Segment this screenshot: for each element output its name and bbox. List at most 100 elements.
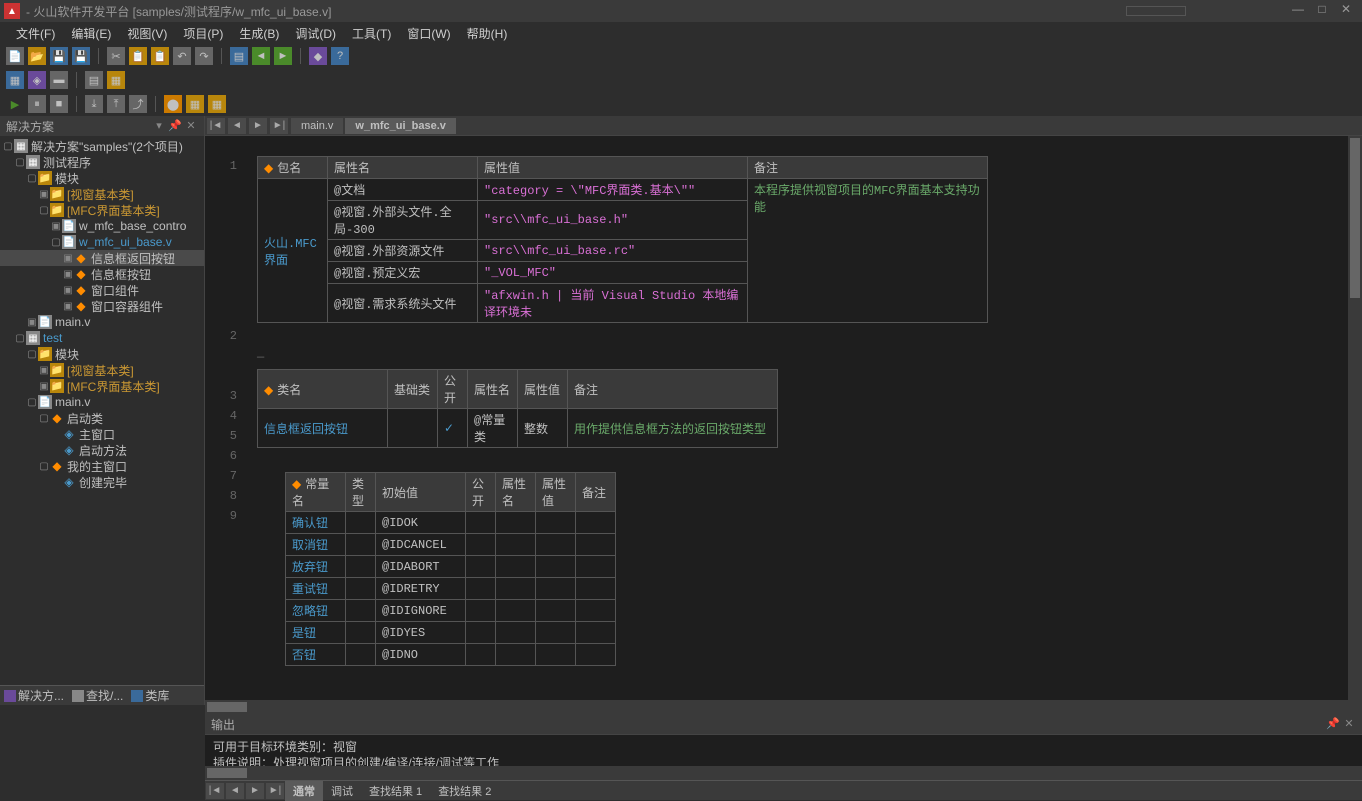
cut-icon[interactable]: ✂ xyxy=(107,47,125,65)
table-row[interactable]: 是钮@IDYES xyxy=(286,622,616,644)
tab-find[interactable]: 查找/... xyxy=(68,686,127,705)
step-icon-2[interactable]: ⤒ xyxy=(107,95,125,113)
panel-dropdown-icon[interactable]: ▾ xyxy=(152,119,166,133)
output-hscroll[interactable] xyxy=(205,766,1362,780)
tree-project-2[interactable]: test xyxy=(43,331,62,345)
tree-project-1[interactable]: 测试程序 xyxy=(43,154,91,171)
tree-item[interactable]: [视窗基本类] xyxy=(67,362,134,379)
table-row[interactable]: 重试钮@IDRETRY xyxy=(286,578,616,600)
tb3-icon-1[interactable]: ▦ xyxy=(186,95,204,113)
tb3-icon-2[interactable]: ▦ xyxy=(208,95,226,113)
paste-icon[interactable]: 📋 xyxy=(151,47,169,65)
package-table[interactable]: ◆包名 属性名 属性值 备注 火山.MFC界面@文档"category = \"… xyxy=(257,156,988,323)
menu-debug[interactable]: 调试(D) xyxy=(287,23,344,44)
pause-icon[interactable]: ⏸ xyxy=(28,95,46,113)
tool-icon-1[interactable]: ▤ xyxy=(230,47,248,65)
tree-root[interactable]: 解决方案"samples"(2个项目) xyxy=(31,138,183,155)
const-table[interactable]: ◆常量名 类型 初始值 公开 属性名 属性值 备注 确认钮@IDOK取消钮@ID… xyxy=(285,472,616,666)
save-icon[interactable]: 💾 xyxy=(50,47,68,65)
nav-prev-icon[interactable]: ◄ xyxy=(228,118,246,134)
output-close-icon[interactable]: ✕ xyxy=(1342,717,1356,731)
tb2-icon-5[interactable]: ▦ xyxy=(107,71,125,89)
tree-modules[interactable]: 模块 xyxy=(55,346,79,363)
step-icon-1[interactable]: ⤓ xyxy=(85,95,103,113)
class-table[interactable]: ◆类名 基础类 公开 属性名 属性值 备注 信息框返回按钮✓@常量类整数用作提供… xyxy=(257,369,778,448)
tree-class[interactable]: 窗口容器组件 xyxy=(91,298,163,315)
tree-file[interactable]: w_mfc_base_contro xyxy=(79,219,186,233)
tree-file-active[interactable]: w_mfc_ui_base.v xyxy=(79,235,172,249)
solution-tree[interactable]: ▢▦解决方案"samples"(2个项目) ▢▦测试程序 ▢📁模块 ▣📁[视窗基… xyxy=(0,136,204,685)
menu-build[interactable]: 生成(B) xyxy=(231,23,287,44)
package-icon[interactable]: ◆ xyxy=(309,47,327,65)
menu-project[interactable]: 项目(P) xyxy=(175,23,231,44)
output-body[interactable]: 可用于目标环境类别：视窗 插件说明：处理视窗项目的创建/编译/连接/调试等工作 xyxy=(205,734,1362,766)
table-row[interactable]: 忽略钮@IDIGNORE xyxy=(286,600,616,622)
menu-tools[interactable]: 工具(T) xyxy=(344,23,399,44)
table-row[interactable]: 否钮@IDNO xyxy=(286,644,616,666)
play-icon[interactable]: ▶ xyxy=(6,95,24,113)
table-row[interactable]: 放弃钮@IDABORT xyxy=(286,556,616,578)
menu-window[interactable]: 窗口(W) xyxy=(399,23,458,44)
output-pin-icon[interactable]: 📌 xyxy=(1326,717,1340,731)
tree-class[interactable]: 窗口组件 xyxy=(91,282,139,299)
panel-close-icon[interactable]: ✕ xyxy=(184,119,198,133)
otab-prev-icon[interactable]: ◄ xyxy=(226,783,244,799)
close-button[interactable]: ✕ xyxy=(1334,2,1358,20)
help-icon[interactable]: ? xyxy=(331,47,349,65)
vertical-scrollbar[interactable] xyxy=(1348,136,1362,700)
otab-normal[interactable]: 通常 xyxy=(285,781,323,801)
step-icon-3[interactable]: ⤴ xyxy=(129,95,147,113)
tree-class[interactable]: 我的主窗口 xyxy=(67,458,127,475)
nav-next-icon[interactable]: ► xyxy=(249,118,267,134)
maximize-button[interactable]: □ xyxy=(1310,2,1334,20)
otab-first-icon[interactable]: |◄ xyxy=(206,783,224,799)
tree-modules[interactable]: 模块 xyxy=(55,170,79,187)
tree-item[interactable]: [MFC界面基本类] xyxy=(67,378,160,395)
tb2-icon-3[interactable]: ▬ xyxy=(50,71,68,89)
undo-icon[interactable]: ↶ xyxy=(173,47,191,65)
redo-icon[interactable]: ↷ xyxy=(195,47,213,65)
copy-icon[interactable]: 📋 xyxy=(129,47,147,65)
stop-icon[interactable]: ■ xyxy=(50,95,68,113)
menu-edit[interactable]: 编辑(E) xyxy=(63,23,119,44)
open-folder-icon[interactable]: 📂 xyxy=(28,47,46,65)
tree-class[interactable]: 信息框返回按钮 xyxy=(91,250,175,267)
tree-member[interactable]: 创建完毕 xyxy=(79,474,127,491)
tree-file[interactable]: main.v xyxy=(55,395,90,409)
tree-member[interactable]: 启动方法 xyxy=(79,442,127,459)
save-all-icon[interactable]: 💾 xyxy=(72,47,90,65)
tree-class[interactable]: 启动类 xyxy=(67,410,103,427)
menu-view[interactable]: 视图(V) xyxy=(119,23,175,44)
editor-hscroll[interactable] xyxy=(205,700,1362,714)
table-row[interactable]: 确认钮@IDOK xyxy=(286,512,616,534)
nav-first-icon[interactable]: |◄ xyxy=(207,118,225,134)
tb2-icon-2[interactable]: ◈ xyxy=(28,71,46,89)
menu-file[interactable]: 文件(F) xyxy=(8,23,63,44)
back-icon[interactable]: ◄ xyxy=(252,47,270,65)
tree-member[interactable]: 主窗口 xyxy=(79,426,115,443)
otab-find1[interactable]: 查找结果 1 xyxy=(361,781,430,801)
tree-item[interactable]: [视窗基本类] xyxy=(67,186,134,203)
forward-icon[interactable]: ► xyxy=(274,47,292,65)
tab-solution[interactable]: 解决方... xyxy=(0,686,68,705)
tb2-icon-1[interactable]: ▦ xyxy=(6,71,24,89)
table-row[interactable]: 取消钮@IDCANCEL xyxy=(286,534,616,556)
otab-last-icon[interactable]: ►| xyxy=(266,783,284,799)
tab-classlib[interactable]: 类库 xyxy=(127,686,173,705)
tree-class[interactable]: 信息框按钮 xyxy=(91,266,151,283)
tb2-icon-4[interactable]: ▤ xyxy=(85,71,103,89)
editor-body[interactable]: ◆包名 属性名 属性值 备注 火山.MFC界面@文档"category = \"… xyxy=(205,136,1362,700)
panel-pin-icon[interactable]: 📌 xyxy=(168,119,182,133)
breakpoint-icon[interactable]: ⬤ xyxy=(164,95,182,113)
otab-debug[interactable]: 调试 xyxy=(323,781,361,801)
tab-mainv[interactable]: main.v xyxy=(291,118,343,134)
new-file-icon[interactable]: 📄 xyxy=(6,47,24,65)
minimize-button[interactable]: — xyxy=(1286,2,1310,20)
tree-item[interactable]: [MFC界面基本类] xyxy=(67,202,160,219)
menu-help[interactable]: 帮助(H) xyxy=(459,23,516,44)
nav-last-icon[interactable]: ►| xyxy=(270,118,288,134)
tab-mfcui[interactable]: w_mfc_ui_base.v xyxy=(345,118,456,134)
otab-find2[interactable]: 查找结果 2 xyxy=(430,781,499,801)
tree-file[interactable]: main.v xyxy=(55,315,90,329)
otab-next-icon[interactable]: ► xyxy=(246,783,264,799)
